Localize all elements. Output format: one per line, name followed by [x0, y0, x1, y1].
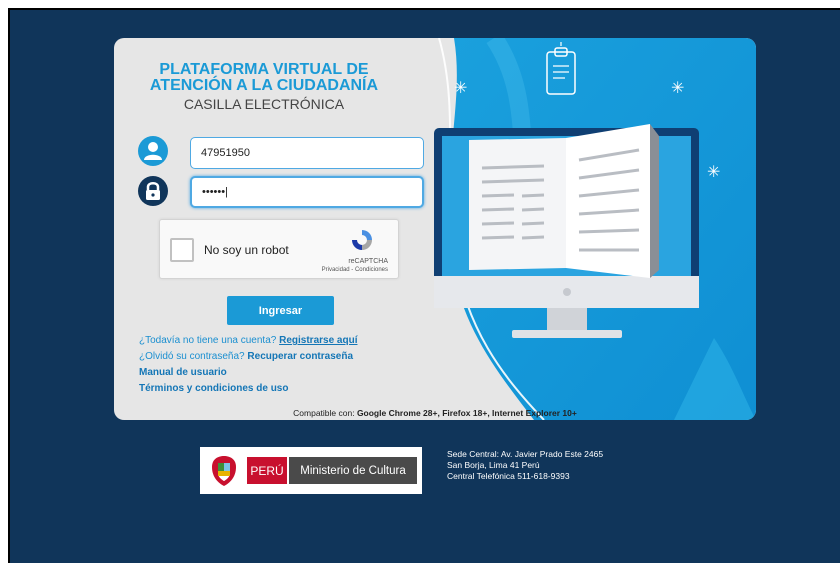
password-input[interactable]: ••••••|: [190, 176, 424, 208]
address-line-3: Central Telefónica 511-618-9393: [447, 471, 570, 481]
title-line-1: PLATAFORMA VIRTUAL DE: [159, 61, 369, 78]
user-icon: [138, 136, 168, 166]
sparkle-icon: ✳: [454, 80, 468, 97]
forgot-line: ¿Olvidó su contraseña? Recuperar contras…: [139, 351, 353, 362]
page-title: PLATAFORMA VIRTUAL DE ATENCIÓN A LA CIUD…: [144, 62, 384, 94]
captcha-terms[interactable]: Privacidad - Condiciones: [322, 266, 388, 274]
captcha-brand: reCAPTCHA: [348, 258, 388, 265]
footer-address: Sede Central: Av. Javier Prado Este 2465…: [447, 449, 603, 482]
compat-browsers: Google Chrome 28+, Firefox 18+, Internet…: [356, 408, 577, 418]
ministry-logo: PERÚ Ministerio de Cultura: [200, 447, 422, 494]
captcha-branding: reCAPTCHA Privacidad - Condiciones: [322, 258, 388, 274]
compat-prefix: Compatible con:: [293, 408, 355, 418]
recover-password-link[interactable]: Recuperar contraseña: [247, 351, 353, 362]
ministry-label: Ministerio de Cultura: [289, 457, 417, 484]
forgot-text: ¿Olvidó su contraseña?: [139, 351, 245, 362]
captcha-checkbox[interactable]: [170, 238, 194, 262]
recaptcha-logo-icon: [352, 230, 372, 250]
address-line-1: Sede Central: Av. Javier Prado Este 2465: [447, 449, 604, 459]
ingresar-button[interactable]: Ingresar: [227, 296, 334, 325]
register-link[interactable]: Registrarse aquí: [279, 335, 357, 346]
computer-book-icon: [434, 124, 699, 338]
captcha-label: No soy un robot: [204, 243, 289, 257]
terms-line: Términos y condiciones de uso: [139, 383, 288, 394]
no-account-text: ¿Todavía no tiene una cuenta?: [139, 335, 277, 346]
username-input[interactable]: 47951950: [190, 137, 424, 169]
register-line: ¿Todavía no tiene una cuenta? Registrars…: [139, 335, 357, 346]
recaptcha-widget: No soy un robot reCAPTCHA Privacidad - C…: [159, 219, 399, 279]
sparkle-icon: ✳: [707, 164, 721, 181]
compatibility-note: Compatible con: Google Chrome 28+, Firef…: [114, 408, 756, 418]
manual-line: Manual de usuario: [139, 367, 227, 378]
clipboard-icon: [546, 42, 576, 95]
login-card: ✳ ✳ ✳ PLATAFORMA VIRTUAL DE ATENCIÓN A L…: [114, 38, 756, 420]
title-line-2: ATENCIÓN A LA CIUDADANÍA: [149, 77, 379, 94]
page-subtitle: CASILLA ELECTRÓNICA: [183, 96, 345, 112]
terms-link[interactable]: Términos y condiciones de uso: [139, 383, 288, 394]
coat-of-arms-icon: [212, 456, 236, 486]
lock-icon: [138, 176, 168, 206]
manual-link[interactable]: Manual de usuario: [139, 367, 227, 378]
peru-label: PERÚ: [247, 457, 287, 484]
address-line-2: San Borja, Lima 41 Perú: [447, 460, 540, 470]
sparkle-icon: ✳: [671, 80, 685, 97]
